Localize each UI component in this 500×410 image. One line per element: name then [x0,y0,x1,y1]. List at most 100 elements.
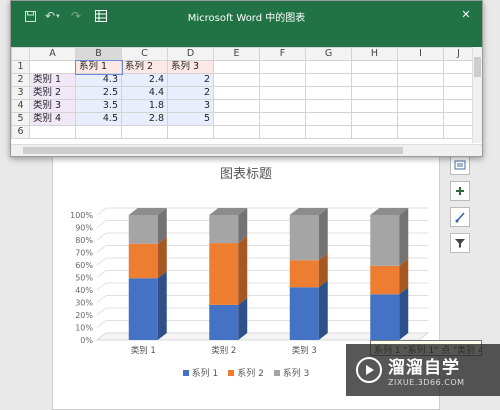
bar-segment-side[interactable] [157,271,167,340]
chart-styles-button[interactable] [450,207,470,227]
cell[interactable] [351,99,398,113]
gridline-depth[interactable] [96,245,107,253]
cell[interactable] [259,125,306,139]
cell[interactable]: 系列 2 [121,60,168,74]
cell[interactable]: 类别 3 [29,99,76,113]
cell[interactable]: 3 [167,99,214,113]
chart-filters-button[interactable] [450,233,470,253]
y-tick-label[interactable]: 70% [75,249,93,258]
cell[interactable] [397,112,444,126]
bar-segment-side[interactable] [318,280,328,340]
cell[interactable] [213,125,260,139]
row-header[interactable]: 4 [11,99,30,113]
bar-segment[interactable] [370,215,400,266]
cell[interactable]: 3.5 [75,99,122,113]
cell[interactable] [259,99,306,113]
cell[interactable] [443,99,474,113]
cell[interactable] [259,112,306,126]
window-titlebar[interactable]: ↶ ▾ ↷ Microsoft Word 中的图表 ✕ [11,1,482,47]
column-header-e[interactable]: E [213,47,260,61]
y-tick-label[interactable]: 60% [75,261,93,270]
bar-segment[interactable] [209,215,239,244]
cell[interactable] [75,125,122,139]
cell[interactable] [351,112,398,126]
bar-segment[interactable] [128,215,158,244]
bar-segment-side[interactable] [238,297,248,340]
cell[interactable] [259,73,306,87]
gridline-depth[interactable] [96,320,107,328]
cell[interactable] [305,60,352,74]
bar-segment-side[interactable] [238,236,248,305]
y-tick-label[interactable]: 0% [80,336,93,345]
cell[interactable] [167,125,214,139]
cell[interactable]: 4.5 [75,112,122,126]
cell[interactable] [213,60,260,74]
gridline-depth[interactable] [96,307,107,316]
y-tick-label[interactable]: 10% [75,324,93,333]
cell[interactable] [351,60,398,74]
column-header-a[interactable]: A [29,47,76,61]
cell[interactable] [259,60,306,74]
bar-segment-side[interactable] [399,208,409,266]
y-tick-label[interactable]: 40% [75,286,93,295]
cell[interactable]: 1.8 [121,99,168,113]
cell[interactable] [443,60,474,74]
cell[interactable] [443,125,474,139]
row-header[interactable]: 3 [11,86,30,100]
cell[interactable] [29,125,76,139]
bar-segment[interactable] [128,243,158,279]
column-header-j[interactable]: J [443,47,474,61]
chart-data-window[interactable]: ↶ ▾ ↷ Microsoft Word 中的图表 ✕ ABCDEFGHIJ 1 系… [10,0,483,157]
bar-segment-side[interactable] [318,208,328,261]
cell[interactable] [351,86,398,100]
cell[interactable]: 4.3 [75,73,122,87]
y-tick-label[interactable]: 100% [70,211,93,220]
layout-options-button[interactable] [450,155,470,175]
cell[interactable]: 5 [167,112,214,126]
cell[interactable]: 2.4 [121,73,168,87]
column-header-f[interactable]: F [259,47,306,61]
column-header-c[interactable]: C [121,47,168,61]
bar-segment[interactable] [209,304,239,340]
gridline-depth[interactable] [96,220,107,228]
row-header[interactable]: 6 [11,125,30,139]
cell[interactable] [397,73,444,87]
vertical-scrollbar[interactable] [472,47,482,143]
bar-segment[interactable] [289,287,319,340]
gridline-depth[interactable] [96,207,107,216]
x-tick-label[interactable]: 类别 2 [211,345,236,356]
cell[interactable] [305,86,352,100]
cell[interactable]: 2.8 [121,112,168,126]
cell[interactable] [443,112,474,126]
bar-segment[interactable] [209,243,239,305]
cell[interactable]: 系列 3 [167,60,214,74]
select-all-corner[interactable] [11,47,30,61]
cell[interactable] [397,60,444,74]
x-tick-label[interactable]: 类别 1 [131,345,156,356]
gridline-depth[interactable] [96,270,107,278]
cell[interactable] [213,99,260,113]
bar-segment[interactable] [128,278,158,340]
cell[interactable]: 系列 1 [74,59,123,75]
bar-segment[interactable] [370,265,400,295]
cell[interactable] [305,99,352,113]
column-header-h[interactable]: H [351,47,398,61]
y-tick-label[interactable]: 80% [75,236,93,245]
column-header-b[interactable]: B [75,47,122,61]
vertical-scroll-thumb[interactable] [474,57,481,77]
legend-entry[interactable]: 系列 1 [182,366,218,379]
y-tick-label[interactable]: 20% [75,311,93,320]
bar-segment-side[interactable] [399,287,409,340]
y-tick-label[interactable]: 90% [75,224,93,233]
cell[interactable]: 类别 4 [29,112,76,126]
cell[interactable] [213,86,260,100]
horizontal-scroll-thumb[interactable] [23,147,403,154]
close-button[interactable]: ✕ [458,6,474,22]
cell[interactable] [397,86,444,100]
bar-segment[interactable] [289,215,319,261]
legend-entry[interactable]: 系列 3 [273,366,309,379]
column-header-d[interactable]: D [167,47,214,61]
gridline-depth[interactable] [96,295,107,303]
y-tick-label[interactable]: 50% [75,274,93,283]
bar-segment[interactable] [289,260,319,288]
